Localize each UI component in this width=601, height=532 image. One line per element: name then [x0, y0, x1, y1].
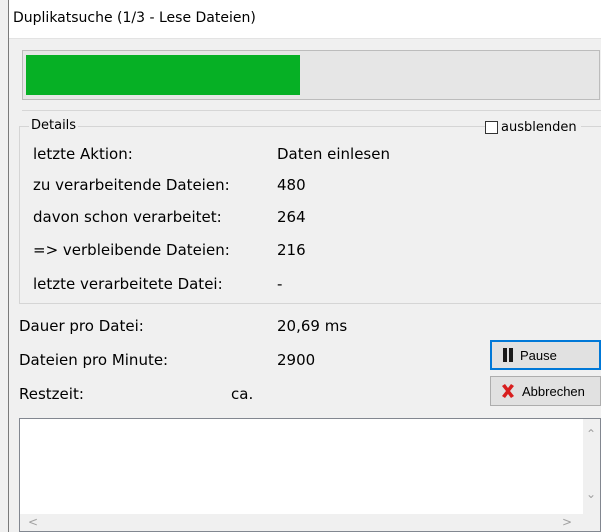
files-to-process-label: zu verarbeitende Dateien: — [33, 176, 230, 194]
scroll-right-icon[interactable]: > — [562, 515, 572, 529]
last-file-value: - — [277, 275, 283, 293]
files-to-process-value: 480 — [277, 176, 306, 194]
progress-bar — [22, 50, 600, 100]
vertical-scrollbar[interactable]: ⌃ ⌄ — [583, 419, 600, 515]
cancel-button-label: Abbrechen — [522, 383, 585, 399]
log-textarea[interactable]: ⌃ ⌄ < > — [19, 418, 601, 532]
progress-fill — [26, 55, 300, 95]
pause-icon — [502, 348, 514, 362]
separator — [22, 110, 601, 111]
remaining-time-value: ca. — [231, 385, 254, 403]
hide-details-label: ausblenden — [501, 120, 577, 135]
files-per-minute-label: Dateien pro Minute: — [19, 351, 169, 369]
last-action-label: letzte Aktion: — [33, 145, 133, 163]
window-left-edge — [0, 0, 9, 532]
pause-button[interactable]: Pause — [490, 340, 601, 370]
last-file-label: letzte verarbeitete Datei: — [33, 275, 223, 293]
hide-details-checkbox[interactable]: ausblenden — [485, 120, 581, 135]
scroll-up-icon[interactable]: ⌃ — [586, 427, 596, 441]
files-remaining-value: 216 — [277, 241, 306, 259]
files-processed-label: davon schon verarbeitet: — [33, 208, 222, 226]
checkbox-box[interactable] — [485, 121, 498, 134]
scroll-left-icon[interactable]: < — [28, 515, 38, 529]
scroll-down-icon[interactable]: ⌄ — [586, 487, 596, 501]
last-action-value: Daten einlesen — [277, 145, 390, 163]
remaining-time-label: Restzeit: — [19, 385, 84, 403]
duration-per-file-label: Dauer pro Datei: — [19, 317, 144, 335]
duration-per-file-value: 20,69 ms — [277, 317, 348, 335]
files-remaining-label: => verbleibende Dateien: — [33, 241, 230, 259]
cancel-button[interactable]: Abbrechen — [490, 376, 601, 406]
close-x-icon — [500, 383, 516, 399]
title-bar: Duplikatsuche (1/3 - Lese Dateien) — [9, 0, 601, 39]
details-legend: Details — [29, 118, 79, 133]
pause-button-label: Pause — [520, 347, 557, 363]
window-title: Duplikatsuche (1/3 - Lese Dateien) — [13, 10, 256, 26]
dialog-window: Duplikatsuche (1/3 - Lese Dateien) Detai… — [0, 0, 601, 532]
horizontal-scrollbar[interactable]: < > — [20, 514, 600, 531]
files-processed-value: 264 — [277, 208, 306, 226]
files-per-minute-value: 2900 — [277, 351, 316, 369]
